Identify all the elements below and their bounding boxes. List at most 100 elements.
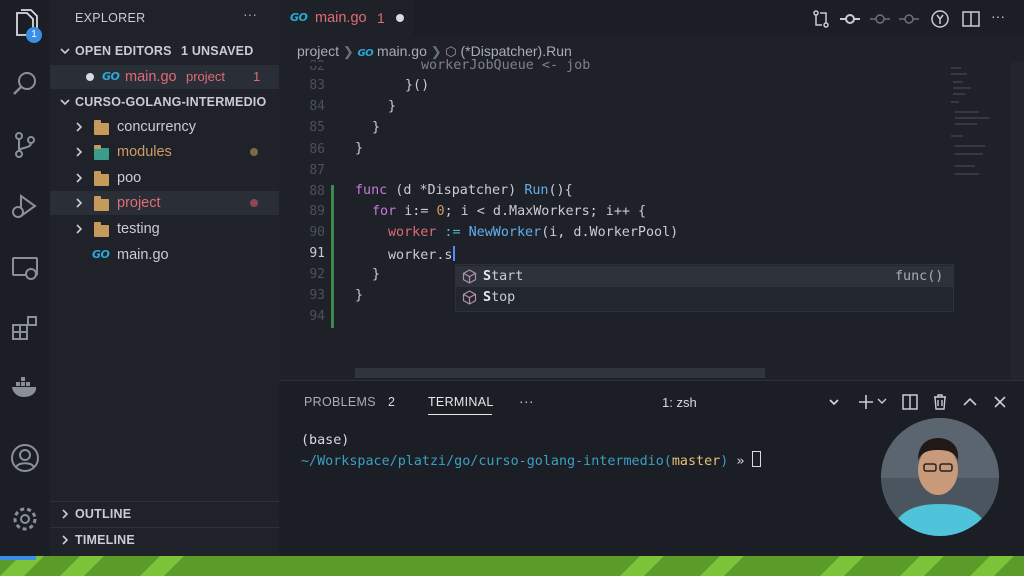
timeline-header[interactable]: TIMELINE: [50, 527, 279, 552]
text-cursor: [452, 246, 455, 261]
open-editor-item-main-go[interactable]: GO main.go project 1: [50, 65, 279, 89]
unsaved-dot-icon[interactable]: [86, 73, 94, 81]
suggestion-item-stop[interactable]: Stop: [456, 287, 953, 308]
tree-item-main-go[interactable]: GO main.go: [50, 243, 279, 267]
explorer-badge: 1: [26, 27, 42, 43]
tree-item-label: project: [117, 195, 161, 211]
previous-change-icon[interactable]: [870, 9, 890, 29]
outline-label: OUTLINE: [75, 507, 132, 521]
code-editor[interactable]: 82 83 84 85 86 87 88 89 90 91 92 93 94 w…: [279, 58, 1024, 380]
code-line: }: [355, 141, 364, 156]
code-line: }: [355, 288, 364, 303]
operator: :=: [436, 225, 469, 240]
line-number: 90: [309, 225, 325, 240]
chevron-down-icon[interactable]: [877, 398, 887, 406]
breadcrumb-folder[interactable]: project: [297, 43, 339, 59]
code-line-90: worker := NewWorker(i, d.WorkerPool): [388, 225, 678, 240]
keyword: for: [372, 204, 397, 219]
tab-main-go[interactable]: GO main.go 1: [279, 0, 413, 37]
open-editor-problem-count: 1: [253, 69, 261, 84]
method-cube-icon: ⬡: [445, 44, 457, 59]
panel-more-icon[interactable]: ···: [519, 393, 534, 409]
search-icon[interactable]: [9, 68, 41, 100]
code-text: (i, d.WorkerPool): [541, 225, 679, 240]
terminal-prompt-line[interactable]: ~/Workspace/platzi/go/curso-golang-inter…: [301, 451, 762, 469]
problems-count-badge: 2: [388, 395, 396, 409]
tree-item-label: modules: [117, 144, 172, 160]
terminal-cursor: [752, 451, 762, 467]
code-text: (){: [548, 183, 573, 198]
maximize-panel-icon[interactable]: [961, 393, 979, 411]
activity-bar: 1: [0, 0, 50, 556]
code-text: ; i < d.MaxWorkers; i++ {: [444, 204, 647, 219]
suggestion-label: Stop: [483, 287, 515, 308]
open-editor-filename: main.go: [125, 69, 177, 85]
unsaved-dot-icon[interactable]: [396, 14, 404, 22]
source-control-icon[interactable]: [9, 129, 41, 161]
open-editors-header[interactable]: OPEN EDITORS 1 UNSAVED: [50, 39, 279, 63]
function-name: NewWorker: [468, 225, 542, 240]
compare-changes-icon[interactable]: [811, 9, 831, 29]
tree-item-label: testing: [117, 221, 160, 237]
terminal-select[interactable]: 1: zsh: [654, 393, 844, 413]
code-line-89: for i:= 0; i < d.MaxWorkers; i++ {: [372, 204, 646, 219]
tree-item-testing[interactable]: testing: [50, 217, 279, 241]
suggestion-item-start[interactable]: Start func(): [456, 266, 953, 287]
code-text: worker.s: [388, 248, 453, 263]
vertical-scrollbar[interactable]: [1011, 62, 1024, 380]
code-text: (d *Dispatcher): [387, 183, 525, 198]
explorer-sidebar: EXPLORER ··· OPEN EDITORS 1 UNSAVED GO m…: [50, 0, 279, 556]
code-line: }(): [405, 78, 430, 93]
terminal-line: (base): [301, 433, 350, 448]
variable: worker: [388, 225, 437, 240]
breadcrumb-separator-icon: ❯: [430, 44, 446, 59]
tab-problems[interactable]: PROBLEMS: [304, 395, 376, 409]
tree-item-poo[interactable]: poo: [50, 166, 279, 190]
open-changes-icon[interactable]: [930, 9, 950, 29]
run-debug-icon[interactable]: [9, 190, 41, 222]
split-terminal-icon[interactable]: [901, 393, 919, 411]
webcam-overlay: [881, 418, 999, 536]
horizontal-scrollbar[interactable]: [355, 368, 765, 378]
tree-item-concurrency[interactable]: concurrency: [50, 115, 279, 139]
git-added-gutter: [331, 185, 334, 328]
line-number: 87: [309, 163, 325, 178]
code-line: }: [388, 99, 397, 114]
modified-dot-icon: [250, 148, 258, 156]
new-terminal-icon[interactable]: [857, 393, 875, 411]
code-line-88: func (d *Dispatcher) Run(){: [355, 183, 573, 198]
split-editor-icon[interactable]: [961, 9, 981, 29]
tree-item-project[interactable]: project: [50, 191, 279, 215]
more-actions-icon[interactable]: ···: [991, 8, 1005, 24]
close-panel-icon[interactable]: [991, 393, 1009, 411]
tab-terminal[interactable]: TERMINAL: [428, 395, 494, 409]
chevron-down-icon: [60, 48, 70, 55]
outline-header[interactable]: OUTLINE: [50, 501, 279, 526]
workspace-header[interactable]: CURSO-GOLANG-INTERMEDIO: [50, 90, 279, 114]
open-editors-label: OPEN EDITORS: [75, 44, 172, 58]
explorer-more-actions-icon[interactable]: ···: [243, 6, 257, 22]
docker-icon[interactable]: [9, 372, 41, 404]
go-file-icon: GO: [290, 11, 308, 24]
line-number: 83: [309, 78, 325, 93]
breadcrumb-file[interactable]: main.go: [377, 43, 427, 59]
minimap[interactable]: [949, 62, 1009, 202]
extensions-icon[interactable]: [9, 312, 41, 344]
chevron-right-icon: [76, 122, 83, 132]
tree-item-modules[interactable]: modules: [50, 140, 279, 164]
method-cube-icon: [462, 290, 477, 305]
tab-problem-count: 1: [377, 10, 385, 26]
next-change-icon[interactable]: [899, 9, 919, 29]
breadcrumb-symbol[interactable]: (*Dispatcher).Run: [461, 43, 572, 59]
unsaved-count: 1 UNSAVED: [181, 44, 254, 58]
autocomplete-suggestions: Start func() Stop: [455, 264, 954, 312]
account-icon[interactable]: [9, 442, 41, 474]
line-number: 93: [309, 288, 325, 303]
workspace-label: CURSO-GOLANG-INTERMEDIO: [75, 95, 267, 109]
remote-explorer-icon[interactable]: [9, 252, 41, 284]
terminal-branch: master: [671, 454, 721, 469]
chevron-right-icon: [76, 198, 83, 208]
git-commit-icon[interactable]: [840, 9, 860, 29]
settings-gear-icon[interactable]: [9, 503, 41, 535]
trash-icon[interactable]: [931, 393, 949, 411]
